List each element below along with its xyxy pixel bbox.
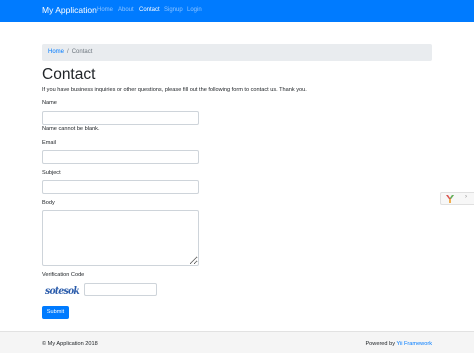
powered-by-text: Powered by [365, 341, 397, 347]
footer-powered-by: Powered by Yii Framework [365, 341, 432, 347]
captcha-text: sotesok [45, 286, 80, 297]
nav-item-signup[interactable]: Signup [164, 7, 183, 13]
email-label: Email [42, 140, 56, 146]
captcha-image[interactable]: sotesok [44, 283, 80, 297]
breadcrumb-current: Contact [71, 49, 93, 55]
subject-label: Subject [42, 170, 61, 176]
verification-code-input[interactable] [84, 283, 157, 296]
verification-code-label: Verification Code [42, 272, 85, 278]
nav-item-home[interactable]: Home [97, 7, 113, 13]
yii-framework-link[interactable]: Yii Framework [396, 341, 432, 347]
footer-copyright: © My Application 2018 [42, 341, 98, 347]
yii-logo-icon[interactable] [445, 194, 455, 204]
nav-item-contact[interactable]: Contact [139, 7, 160, 13]
intro-text: If you have business inquiries or other … [42, 87, 307, 93]
breadcrumb-separator: / [67, 49, 69, 55]
nav-item-login[interactable]: Login [187, 7, 202, 13]
name-input[interactable] [42, 111, 199, 125]
nav-item-about[interactable]: About [118, 7, 134, 13]
breadcrumb-home-link[interactable]: Home [48, 49, 64, 55]
email-input[interactable] [42, 150, 199, 164]
subject-input[interactable] [42, 180, 199, 194]
name-error-message: Name cannot be blank. [42, 126, 100, 132]
brand-link[interactable]: My Application [42, 5, 97, 15]
name-label: Name [42, 100, 57, 106]
submit-button[interactable]: Submit [42, 306, 69, 319]
debug-toolbar[interactable]: › [440, 192, 474, 205]
footer: © My Application 2018 Powered by Yii Fra… [0, 331, 474, 353]
body-label: Body [42, 200, 55, 206]
body-textarea[interactable] [42, 210, 199, 266]
navbar: My Application Home About Contact Signup… [0, 0, 474, 22]
debug-toolbar-toggle-icon[interactable]: › [465, 194, 467, 200]
breadcrumb: Home / Contact [42, 44, 432, 61]
page-title: Contact [42, 66, 96, 83]
